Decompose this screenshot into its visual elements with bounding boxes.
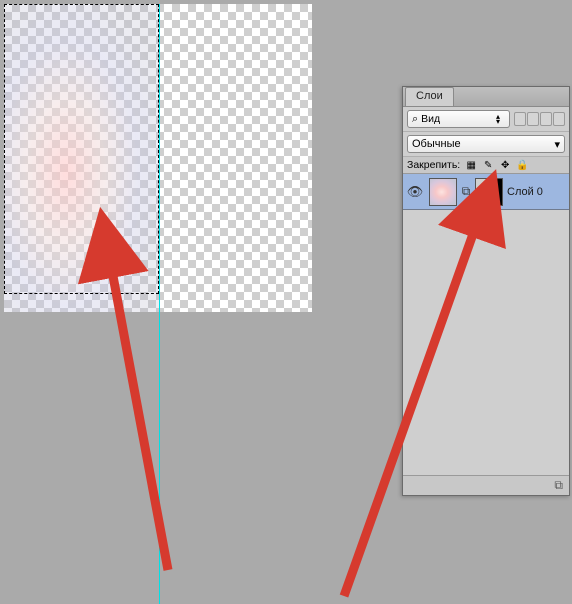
selection-marquee[interactable] — [4, 4, 159, 294]
kind-label: Вид — [421, 113, 440, 125]
mask-link-icon[interactable]: ⧉ — [461, 184, 471, 199]
filter-icon-4[interactable] — [553, 112, 565, 126]
panel-footer: ⧉ — [403, 475, 569, 495]
filter-icon-2[interactable] — [527, 112, 539, 126]
lock-label: Закрепить: — [407, 159, 460, 171]
filter-icon-1[interactable] — [514, 112, 526, 126]
canvas-area[interactable] — [4, 4, 324, 564]
chevron-down-icon: ▾ — [554, 138, 560, 151]
chevron-updown-icon: ▴▾ — [491, 114, 505, 124]
layers-panel: Слои ⌕ Вид ▴▾ Обычные ▾ Закрепить: ▦ ✎ ✥… — [402, 86, 570, 496]
lock-all-icon[interactable]: 🔒 — [516, 159, 528, 171]
filter-icon-3[interactable] — [540, 112, 552, 126]
search-icon: ⌕ — [412, 113, 418, 126]
vertical-guide[interactable] — [159, 4, 160, 604]
lock-position-icon[interactable]: ✥ — [499, 159, 511, 171]
blend-mode-label: Обычные — [412, 138, 461, 150]
tab-layers[interactable]: Слои — [405, 87, 454, 106]
layer-row[interactable]: 👁 ⧉ Слой 0 — [403, 174, 569, 210]
lock-pixels-icon[interactable]: ▦ — [465, 159, 477, 171]
panel-tab-bar: Слои — [403, 87, 569, 107]
visibility-eye-icon[interactable]: 👁 — [405, 184, 425, 200]
blend-mode-dropdown[interactable]: Обычные ▾ — [407, 135, 565, 153]
kind-dropdown[interactable]: ⌕ Вид ▴▾ — [407, 110, 510, 128]
lock-row: Закрепить: ▦ ✎ ✥ 🔒 — [403, 157, 569, 174]
filter-row: ⌕ Вид ▴▾ — [403, 107, 569, 132]
layer-thumbnail[interactable] — [429, 178, 457, 206]
link-layers-icon[interactable]: ⧉ — [554, 478, 563, 493]
lock-brush-icon[interactable]: ✎ — [482, 159, 494, 171]
layer-name[interactable]: Слой 0 — [507, 186, 543, 198]
layer-mask-thumbnail[interactable] — [475, 178, 503, 206]
layer-list-empty — [403, 210, 569, 460]
blend-row: Обычные ▾ — [403, 132, 569, 157]
